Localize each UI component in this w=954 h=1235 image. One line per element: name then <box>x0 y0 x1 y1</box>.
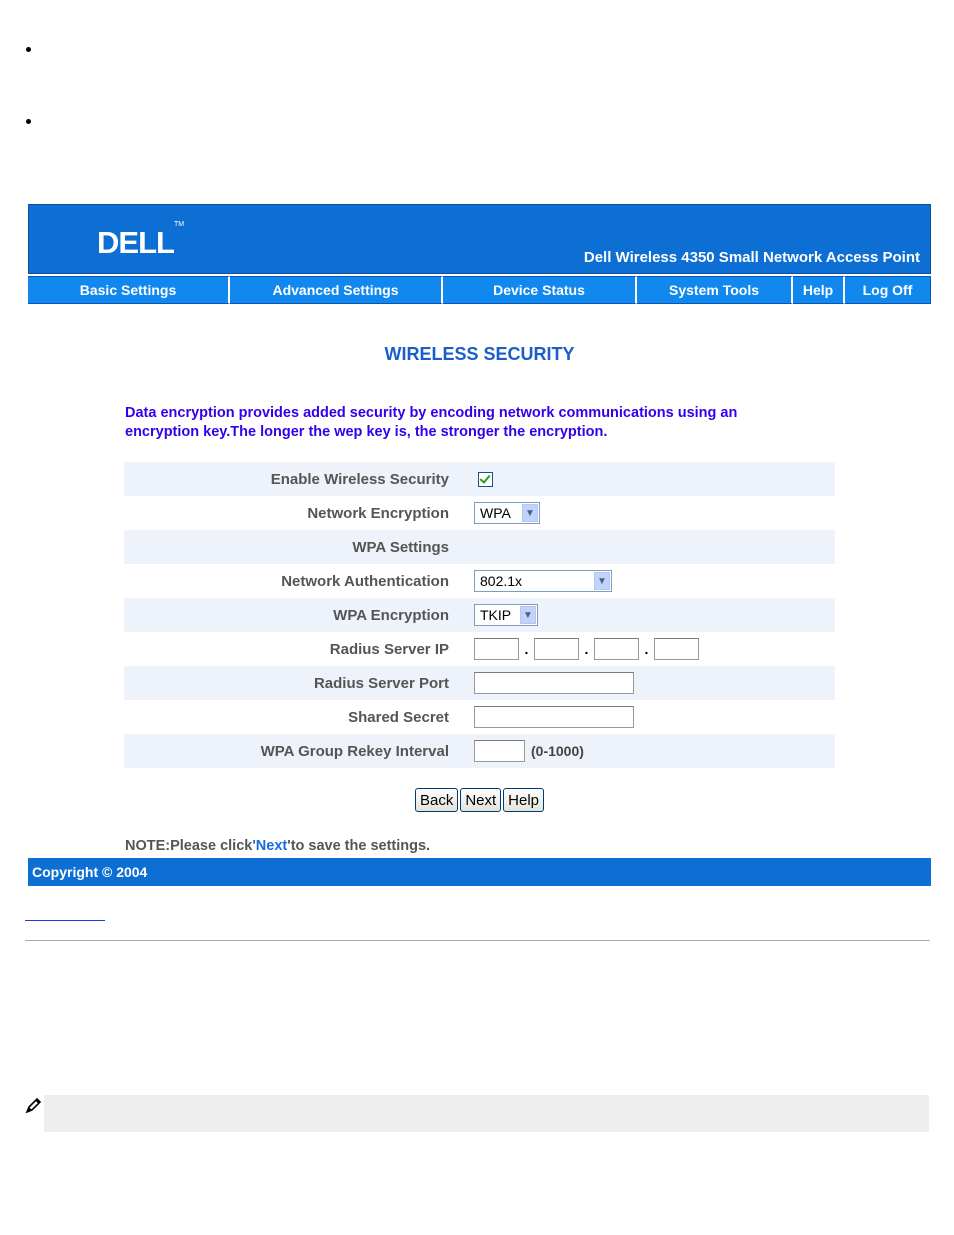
radius-ip-octet-2[interactable] <box>534 638 579 660</box>
nav-device-status[interactable]: Device Status <box>443 276 637 304</box>
chevron-down-icon[interactable]: ▼ <box>522 504 538 522</box>
wpa-encryption-value: TKIP <box>480 607 512 623</box>
header-banner: DELLTM Dell Wireless 4350 Small Network … <box>28 204 931 274</box>
nav-system-tools[interactable]: System Tools <box>637 276 793 304</box>
router-config-page: DELLTM Dell Wireless 4350 Small Network … <box>28 204 931 886</box>
row-network-auth: Network Authentication 802.1x ▼ <box>124 564 835 598</box>
nav-basic-settings[interactable]: Basic Settings <box>28 276 230 304</box>
row-wpa-encryption: WPA Encryption TKIP ▼ <box>124 598 835 632</box>
ip-dot: . <box>584 641 589 657</box>
top-link-underline[interactable] <box>25 920 105 921</box>
pencil-note-icon <box>25 1097 42 1114</box>
network-auth-label: Network Authentication <box>281 572 449 590</box>
dell-logo: DELLTM <box>97 221 184 261</box>
rekey-range-hint: (0-1000) <box>531 743 584 759</box>
note-prefix: NOTE:Please click <box>125 838 253 854</box>
copyright-footer: Copyright © 2004 <box>28 858 931 886</box>
radius-ip-label: Radius Server IP <box>329 640 449 658</box>
main-nav: Basic Settings Advanced Settings Device … <box>28 276 931 304</box>
nav-advanced-settings[interactable]: Advanced Settings <box>230 276 443 304</box>
help-button[interactable]: Help <box>503 788 545 812</box>
row-shared-secret: Shared Secret <box>124 700 835 734</box>
row-rekey-interval: WPA Group Rekey Interval (0-1000) <box>124 734 835 768</box>
wireless-security-form: Enable Wireless Security Network Encrypt… <box>124 462 835 768</box>
radius-ip-octet-3[interactable] <box>594 638 639 660</box>
row-network-encryption: Network Encryption WPA ▼ <box>124 496 835 530</box>
row-wpa-settings: WPA Settings <box>124 530 835 564</box>
intro-text: Data encryption provides added security … <box>125 405 738 440</box>
logo-trademark: TM <box>173 220 185 228</box>
note-suffix: to save the settings. <box>290 838 431 854</box>
form-buttons: Back Next Help <box>28 788 931 812</box>
shared-secret-input[interactable] <box>474 706 634 728</box>
ip-dot: . <box>524 641 529 657</box>
network-encryption-select[interactable]: WPA ▼ <box>474 502 540 524</box>
enable-security-checkbox[interactable] <box>478 471 493 487</box>
bullet-2 <box>26 119 31 124</box>
page-title: WIRELESS SECURITY <box>384 344 575 364</box>
enable-security-label: Enable Wireless Security <box>270 470 449 488</box>
divider <box>25 940 930 941</box>
wpa-settings-label: WPA Settings <box>352 538 449 556</box>
chevron-down-icon[interactable]: ▼ <box>520 606 536 624</box>
row-enable-security: Enable Wireless Security <box>124 462 835 496</box>
back-button[interactable]: Back <box>414 788 459 812</box>
network-encryption-label: Network Encryption <box>307 504 449 522</box>
bullet-1 <box>26 47 31 52</box>
note-next-highlight: Next <box>255 838 288 854</box>
radius-port-input[interactable] <box>474 672 634 694</box>
next-button[interactable]: Next <box>460 788 502 812</box>
wpa-encryption-label: WPA Encryption <box>333 606 449 624</box>
shared-secret-label: Shared Secret <box>348 708 449 726</box>
logo-text: DELL <box>97 225 175 260</box>
network-auth-value: 802.1x <box>480 573 523 589</box>
radius-ip-octet-4[interactable] <box>654 638 699 660</box>
nav-log-off[interactable]: Log Off <box>845 276 931 304</box>
row-radius-ip: Radius Server IP . . . <box>124 632 835 666</box>
note-box <box>44 1095 929 1132</box>
nav-help[interactable]: Help <box>793 276 845 304</box>
network-encryption-value: WPA <box>480 505 511 521</box>
ip-dot: . <box>644 641 649 657</box>
radius-ip-octet-1[interactable] <box>474 638 519 660</box>
chevron-down-icon[interactable]: ▼ <box>594 572 610 590</box>
rekey-interval-label: WPA Group Rekey Interval <box>260 742 449 760</box>
network-auth-select[interactable]: 802.1x ▼ <box>474 570 612 592</box>
product-name: Dell Wireless 4350 Small Network Access … <box>583 249 920 266</box>
radius-port-label: Radius Server Port <box>313 674 449 692</box>
wpa-encryption-select[interactable]: TKIP ▼ <box>474 604 538 626</box>
row-radius-port: Radius Server Port <box>124 666 835 700</box>
save-note: NOTE:Please click'Next'to save the setti… <box>125 838 430 854</box>
rekey-interval-input[interactable] <box>474 740 525 762</box>
